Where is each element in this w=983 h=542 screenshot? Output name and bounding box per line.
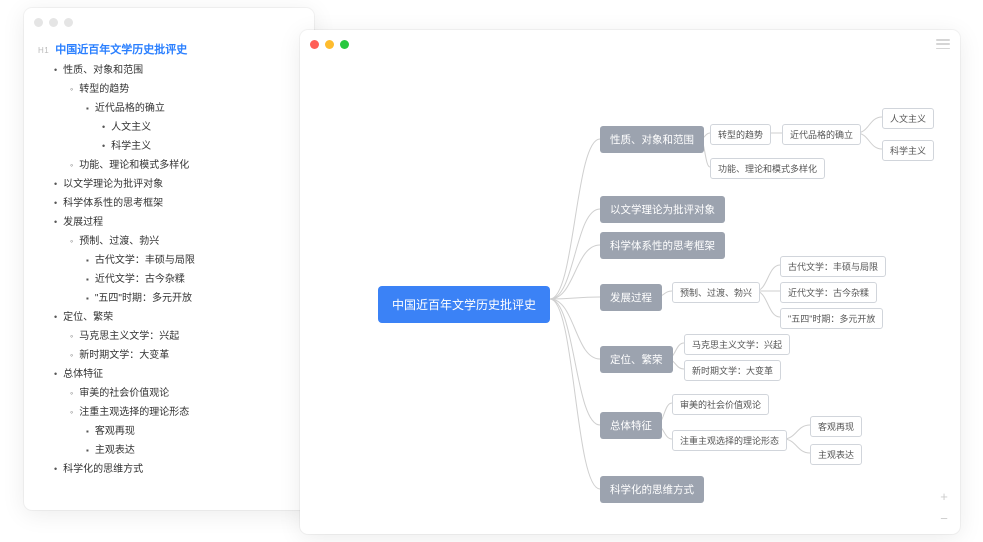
outline-item[interactable]: 定位、繁荣马克思主义文学：兴起新时期文学：大变革 — [54, 308, 300, 365]
mindmap-branch-node[interactable]: 定位、繁荣 — [600, 346, 673, 373]
outline-item[interactable]: 科学主义 — [102, 137, 300, 156]
mindmap-root-node[interactable]: 中国近百年文学历史批评史 — [378, 286, 550, 323]
outline-item-label: 人文主义 — [111, 122, 151, 133]
mindmap-child-node[interactable]: 近代文学：古今杂糅 — [780, 282, 877, 303]
mindmap-child-node[interactable]: 预制、过渡、勃兴 — [672, 282, 760, 303]
outline-item[interactable]: 古代文学：丰硕与局限 — [86, 251, 300, 270]
outline-item[interactable]: 审美的社会价值观论 — [70, 384, 300, 403]
mindmap-window: 中国近百年文学历史批评史 性质、对象和范围转型的趋势近代品格的确立人文主义科学主… — [300, 30, 960, 534]
outline-item-label: 主观表达 — [95, 445, 135, 456]
outline-item-label: 科学主义 — [111, 141, 151, 152]
mindmap-child-node[interactable]: 人文主义 — [882, 108, 934, 129]
traffic-light-dot — [49, 18, 58, 27]
outline-window: H1 中国近百年文学历史批评史 性质、对象和范围转型的趋势近代品格的确立人文主义… — [24, 8, 314, 510]
mindmap-child-node[interactable]: 审美的社会价值观论 — [672, 394, 769, 415]
outline-item[interactable]: 以文学理论为批评对象 — [54, 175, 300, 194]
mindmap-titlebar — [300, 30, 960, 58]
zoom-controls: + − — [936, 488, 952, 526]
outline-item-label: 功能、理论和模式多样化 — [79, 160, 189, 171]
mindmap-child-node[interactable]: 客观再现 — [810, 416, 862, 437]
mindmap-branch-node[interactable]: 性质、对象和范围 — [600, 126, 704, 153]
outline-item-label: 注重主观选择的理论形态 — [79, 407, 189, 418]
outline-item[interactable]: 马克思主义文学：兴起 — [70, 327, 300, 346]
outline-item[interactable]: 新时期文学：大变革 — [70, 346, 300, 365]
zoom-out-button[interactable]: − — [936, 510, 952, 526]
mindmap-child-node[interactable]: 科学主义 — [882, 140, 934, 161]
close-dot[interactable] — [310, 40, 319, 49]
heading-level-label: H1 — [38, 43, 49, 58]
outline-item[interactable]: 人文主义 — [102, 118, 300, 137]
mindmap-branch-node[interactable]: 科学化的思维方式 — [600, 476, 704, 503]
outline-item-label: 科学体系性的思考框架 — [63, 198, 163, 209]
outline-item[interactable]: 发展过程预制、过渡、勃兴古代文学：丰硕与局限近代文学：古今杂糅 "五四"时期：多元… — [54, 213, 300, 308]
outline-item-label: 定位、繁荣 — [63, 312, 113, 323]
minimize-dot[interactable] — [325, 40, 334, 49]
outline-body[interactable]: H1 中国近百年文学历史批评史 性质、对象和范围转型的趋势近代品格的确立人文主义… — [24, 36, 314, 489]
outline-item[interactable]: 预制、过渡、勃兴古代文学：丰硕与局限近代文学：古今杂糅 "五四"时期：多元开放 — [70, 232, 300, 308]
outline-item[interactable]: 客观再现 — [86, 422, 300, 441]
outline-item[interactable]: 科学体系性的思考框架 — [54, 194, 300, 213]
outline-item[interactable]: 注重主观选择的理论形态客观再现主观表达 — [70, 403, 300, 460]
outline-item[interactable]: 科学化的思维方式 — [54, 460, 300, 479]
mindmap-child-node[interactable]: 新时期文学：大变革 — [684, 360, 781, 381]
outline-item-label: 客观再现 — [95, 426, 135, 437]
outline-item-label: 近代文学：古今杂糅 — [95, 274, 185, 285]
zoom-in-button[interactable]: + — [936, 488, 952, 504]
traffic-light-dot — [64, 18, 73, 27]
outline-item-label: 新时期文学：大变革 — [79, 350, 169, 361]
outline-item-label: 近代品格的确立 — [95, 103, 165, 114]
outline-item[interactable]: 近代文学：古今杂糅 — [86, 270, 300, 289]
outline-title-row[interactable]: H1 中国近百年文学历史批评史 — [38, 40, 300, 61]
outline-item[interactable]: 转型的趋势近代品格的确立人文主义科学主义 — [70, 80, 300, 156]
mindmap-child-node[interactable]: 功能、理论和模式多样化 — [710, 158, 825, 179]
outline-item[interactable]: 总体特征审美的社会价值观论注重主观选择的理论形态客观再现主观表达 — [54, 365, 300, 460]
mindmap-child-node[interactable]: 转型的趋势 — [710, 124, 771, 145]
outline-item-label: 发展过程 — [63, 217, 103, 228]
outline-item-label: "五四"时期：多元开放 — [95, 293, 192, 304]
mindmap-branch-node[interactable]: 科学体系性的思考框架 — [600, 232, 725, 259]
mindmap-branch-node[interactable]: 发展过程 — [600, 284, 662, 311]
outline-item[interactable]: 近代品格的确立人文主义科学主义 — [86, 99, 300, 156]
mindmap-child-node[interactable]: 注重主观选择的理论形态 — [672, 430, 787, 451]
outline-item-label: 马克思主义文学：兴起 — [79, 331, 179, 342]
mindmap-child-node[interactable]: "五四"时期：多元开放 — [780, 308, 883, 329]
traffic-light-dot — [34, 18, 43, 27]
outline-item-label: 科学化的思维方式 — [63, 464, 143, 475]
mindmap-child-node[interactable]: 马克思主义文学：兴起 — [684, 334, 790, 355]
outline-tree[interactable]: 性质、对象和范围转型的趋势近代品格的确立人文主义科学主义功能、理论和模式多样化以… — [38, 61, 300, 479]
menu-icon[interactable] — [936, 39, 950, 49]
outline-item[interactable]: 主观表达 — [86, 441, 300, 460]
outline-item-label: 以文学理论为批评对象 — [63, 179, 163, 190]
mindmap-child-node[interactable]: 主观表达 — [810, 444, 862, 465]
zoom-dot[interactable] — [340, 40, 349, 49]
mindmap-canvas[interactable]: 中国近百年文学历史批评史 性质、对象和范围转型的趋势近代品格的确立人文主义科学主… — [300, 58, 960, 534]
outline-item-label: 审美的社会价值观论 — [79, 388, 169, 399]
outline-item-label: 转型的趋势 — [79, 84, 129, 95]
outline-item[interactable]: "五四"时期：多元开放 — [86, 289, 300, 308]
mindmap-branch-node[interactable]: 总体特征 — [600, 412, 662, 439]
outline-item-label: 性质、对象和范围 — [63, 65, 143, 76]
outline-item[interactable]: 性质、对象和范围转型的趋势近代品格的确立人文主义科学主义功能、理论和模式多样化 — [54, 61, 300, 175]
outline-title[interactable]: 中国近百年文学历史批评史 — [55, 40, 187, 61]
outline-item[interactable]: 功能、理论和模式多样化 — [70, 156, 300, 175]
mindmap-branch-node[interactable]: 以文学理论为批评对象 — [600, 196, 725, 223]
mindmap-child-node[interactable]: 近代品格的确立 — [782, 124, 861, 145]
outline-titlebar — [24, 8, 314, 36]
outline-item-label: 古代文学：丰硕与局限 — [95, 255, 195, 266]
outline-item-label: 总体特征 — [63, 369, 103, 380]
mindmap-child-node[interactable]: 古代文学：丰硕与局限 — [780, 256, 886, 277]
outline-item-label: 预制、过渡、勃兴 — [79, 236, 159, 247]
